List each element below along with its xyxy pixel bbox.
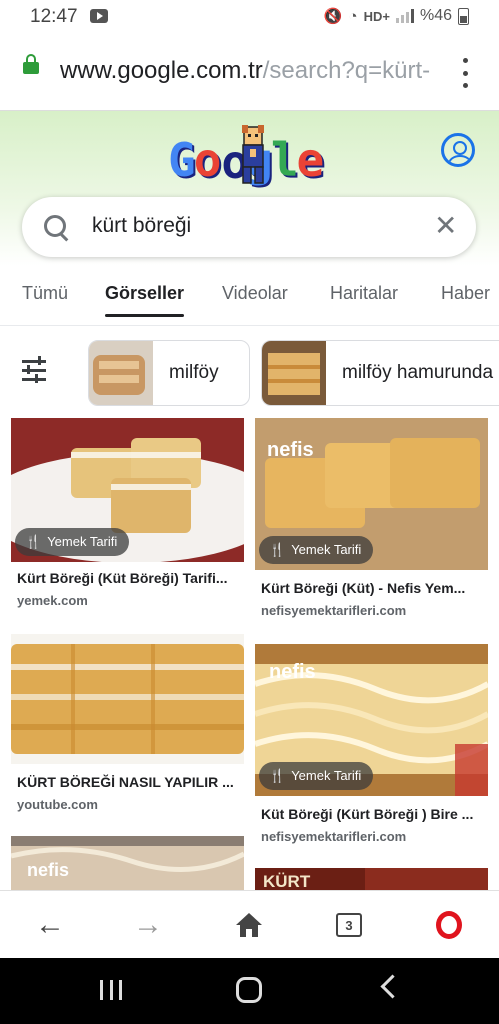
result-image[interactable] bbox=[11, 634, 244, 764]
recipe-badge: 🍴 Yemek Tarifi bbox=[259, 536, 374, 564]
image-result[interactable]: nefis 🍴 Yemek Tarifi Küt Böreği (Kürt Bör… bbox=[255, 644, 488, 844]
network-type-label: HD+ bbox=[363, 8, 390, 24]
tab-all[interactable]: Tümü bbox=[22, 283, 68, 304]
result-title[interactable]: Küt Böreği (Kürt Böreği ) Bire ... bbox=[261, 806, 489, 822]
more-menu-icon[interactable] bbox=[458, 56, 472, 90]
browser-toolbar: ← → 3 bbox=[0, 890, 499, 959]
status-icons: 🔇 ◔ HD+ %46 bbox=[324, 7, 469, 25]
tab-videos[interactable]: Videolar bbox=[222, 283, 288, 304]
home-button[interactable] bbox=[229, 905, 269, 945]
tabs-divider bbox=[0, 325, 499, 326]
chip-milfoy[interactable]: milföy bbox=[88, 340, 250, 406]
battery-label: %46 bbox=[419, 7, 452, 24]
badge-label: Yemek Tarifi bbox=[47, 534, 118, 549]
signal-icon bbox=[395, 9, 414, 23]
search-box[interactable]: kürt böreği ✕ bbox=[22, 197, 476, 257]
chip-thumbnail bbox=[262, 341, 326, 405]
result-image[interactable]: KÜRT bbox=[255, 868, 488, 890]
battery-icon bbox=[458, 7, 469, 25]
watermark-text: nefis bbox=[269, 661, 316, 683]
chip-thumbnail bbox=[89, 341, 153, 405]
status-bar: 12:47 🔇 ◔ HD+ %46 bbox=[0, 0, 499, 34]
youtube-notification-icon bbox=[90, 9, 108, 23]
tab-count: 3 bbox=[336, 913, 362, 937]
image-result[interactable]: KÜRT bbox=[255, 868, 488, 890]
image-caption-text: KÜRT bbox=[263, 872, 311, 890]
url-field[interactable]: www.google.com.tr/search?q=kürt- bbox=[60, 57, 440, 85]
image-result[interactable]: KÜRT BÖREĞİ NASIL YAPILIR ... youtube.co… bbox=[11, 634, 244, 824]
search-icon[interactable] bbox=[44, 215, 66, 237]
result-title[interactable]: Kürt Böreği (Küt) - Nefis Yem... bbox=[261, 580, 489, 596]
fork-knife-icon: 🍴 bbox=[25, 534, 42, 549]
system-back-button[interactable] bbox=[380, 974, 405, 999]
url-path: /search?q=kürt- bbox=[262, 57, 431, 84]
result-title[interactable]: KÜRT BÖREĞİ NASIL YAPILIR ... bbox=[17, 774, 245, 790]
opera-menu-button[interactable] bbox=[429, 905, 469, 945]
mute-icon: 🔇 bbox=[323, 8, 343, 25]
related-searches-bar: milföy milföy hamurunda bbox=[0, 336, 499, 406]
recipe-badge: 🍴 Yemek Tarifi bbox=[259, 762, 374, 790]
result-source[interactable]: nefisyemektarifleri.com bbox=[261, 829, 406, 844]
close-icon[interactable]: ✕ bbox=[434, 211, 457, 241]
search-input[interactable]: kürt böreği bbox=[92, 214, 191, 238]
address-bar[interactable]: www.google.com.tr/search?q=kürt- bbox=[0, 34, 499, 111]
watermark-text: nefis bbox=[27, 860, 69, 880]
wifi-icon: ◔ bbox=[348, 7, 358, 25]
search-tabs: Tümü Görseller Videolar Haritalar Haber bbox=[0, 279, 499, 323]
fork-knife-icon: 🍴 bbox=[269, 542, 286, 557]
result-image[interactable]: nefis bbox=[11, 836, 244, 890]
badge-label: Yemek Tarifi bbox=[291, 542, 362, 557]
tab-news[interactable]: Haber bbox=[441, 283, 490, 304]
recipe-badge: 🍴 Yemek Tarifi bbox=[15, 528, 130, 556]
arrow-right-icon: → bbox=[133, 908, 163, 941]
back-button[interactable]: ← bbox=[30, 905, 70, 945]
google-doodle-logo[interactable]: Google bbox=[168, 125, 332, 189]
home-icon bbox=[236, 913, 262, 937]
system-home-button[interactable] bbox=[236, 977, 262, 1003]
result-source[interactable]: youtube.com bbox=[17, 797, 98, 812]
badge-label: Yemek Tarifi bbox=[291, 768, 362, 783]
forward-button[interactable]: → bbox=[128, 905, 168, 945]
result-source[interactable]: nefisyemektarifleri.com bbox=[261, 603, 406, 618]
result-source[interactable]: yemek.com bbox=[17, 593, 88, 608]
arrow-left-icon: ← bbox=[35, 908, 65, 941]
result-title[interactable]: Kürt Böreği (Küt Böreği) Tarifi... bbox=[17, 570, 245, 586]
chip-milfoy-hamurunda[interactable]: milföy hamurunda bbox=[261, 340, 499, 406]
tab-maps[interactable]: Haritalar bbox=[330, 283, 398, 304]
status-time: 12:47 bbox=[30, 6, 78, 27]
image-result[interactable]: nefis 🍴 Yemek Tarifi Kürt Böreği (Küt) - … bbox=[255, 418, 488, 626]
system-navigation-bar bbox=[0, 958, 499, 1024]
tabs-button[interactable]: 3 bbox=[329, 905, 369, 945]
chip-label: milföy hamurunda bbox=[342, 362, 494, 383]
image-result[interactable]: nefis bbox=[11, 836, 244, 890]
chip-label: milföy bbox=[169, 362, 219, 383]
opera-logo-icon bbox=[436, 911, 462, 939]
tab-images[interactable]: Görseller bbox=[105, 283, 185, 317]
recent-apps-button[interactable] bbox=[100, 980, 122, 1000]
search-header: Google kürt böreği ✕ Tümü Görseller Vide… bbox=[0, 111, 499, 326]
account-icon[interactable] bbox=[441, 133, 475, 167]
tune-icon[interactable] bbox=[18, 354, 50, 386]
url-host: www.google.com.tr bbox=[60, 57, 263, 84]
doodle-character-icon bbox=[242, 125, 264, 184]
image-result[interactable]: 🍴 Yemek Tarifi Kürt Böreği (Küt Böreği) T… bbox=[11, 418, 244, 618]
lock-icon[interactable] bbox=[23, 54, 39, 74]
fork-knife-icon: 🍴 bbox=[269, 768, 286, 783]
watermark-text: nefis bbox=[267, 439, 314, 461]
